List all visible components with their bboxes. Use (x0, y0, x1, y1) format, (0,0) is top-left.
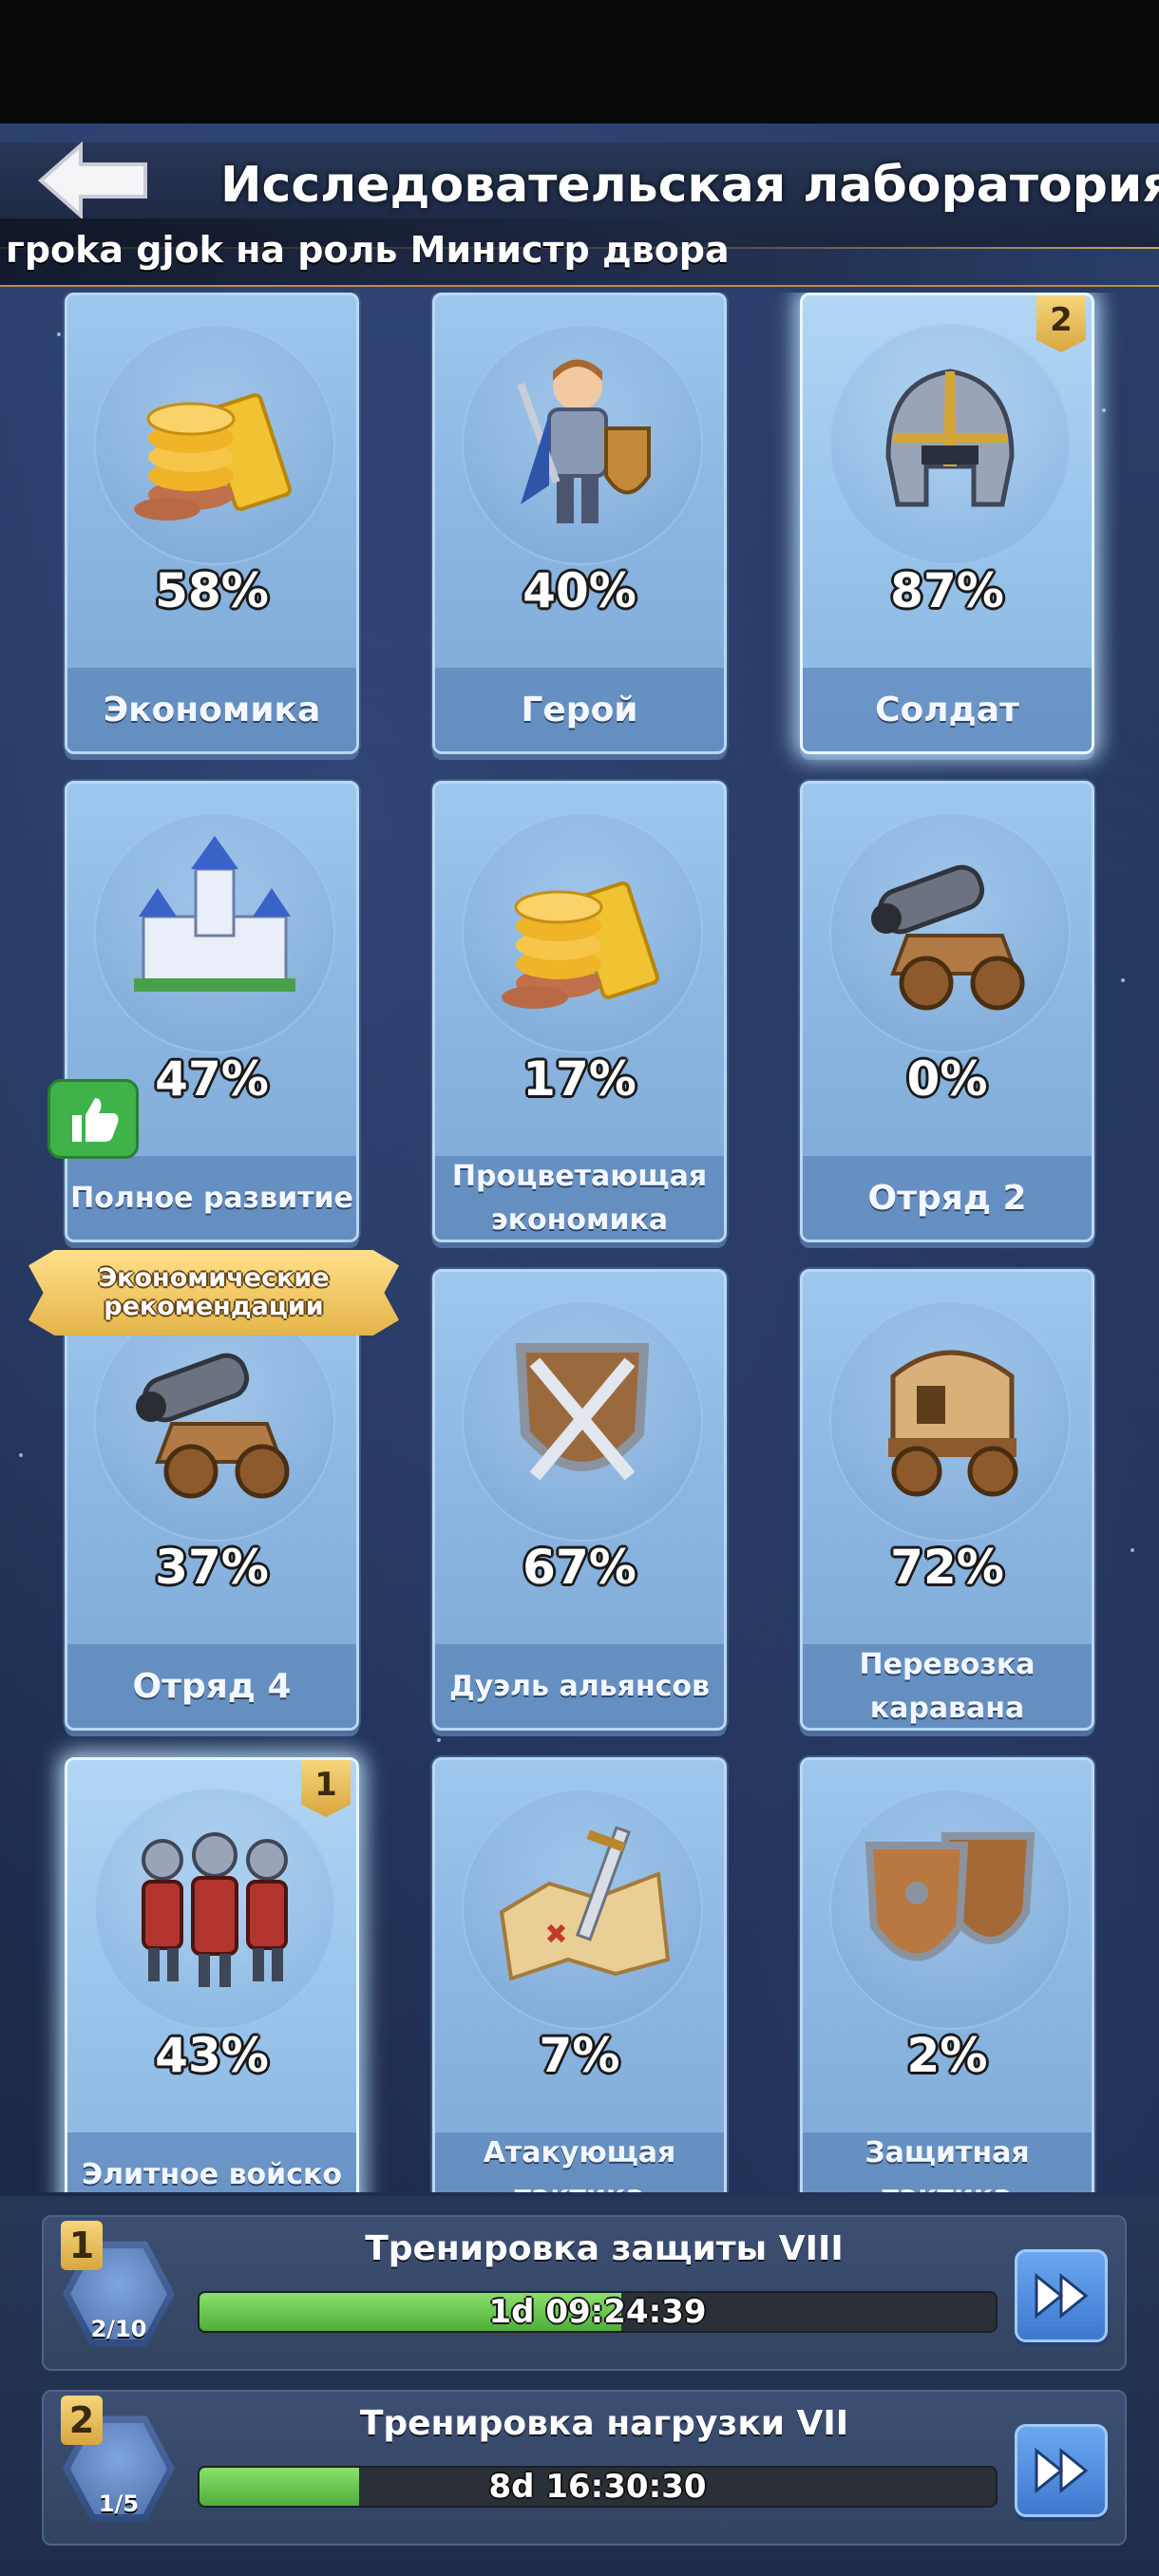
progress-percent: 0% (906, 1051, 988, 1107)
card-label: Защитная тактика (864, 2136, 1030, 2192)
research-card-prosperous-economy[interactable]: 17% Процветающая экономика (432, 781, 727, 1242)
research-queue: 1 2/10 Тренировка защиты VIII 1d 09:24:3… (0, 2196, 1159, 2576)
research-title: Тренировка защиты VIII (365, 2229, 844, 2268)
research-card-attack-tactics[interactable]: 7% Атакующая тактика (432, 1757, 727, 2192)
back-button[interactable] (28, 133, 162, 228)
level-count: 2/10 (90, 2316, 147, 2342)
research-card-alliance-duel[interactable]: 67% Дуэль альянсов (432, 1269, 727, 1731)
cannon-icon (136, 1353, 290, 1499)
card-label: Атакующая тактика (483, 2136, 676, 2192)
speed-up-button[interactable] (1015, 2424, 1108, 2517)
research-card-hero[interactable]: 40% Герой (432, 293, 727, 754)
label-band: Отряд 2 (803, 1156, 1092, 1240)
elite-troops-icon (142, 1832, 288, 1987)
recommendation-ribbon: Экономические рекомендации (28, 1250, 399, 1335)
countdown-timer: 1d 09:24:39 (488, 2293, 707, 2331)
label-band: Герой (435, 668, 724, 751)
page-title: Исследовательская лаборатория (220, 157, 1159, 214)
caravan-wagon-icon (888, 1350, 1018, 1497)
research-card-squad-4[interactable]: 37% Отряд 4 (65, 1269, 359, 1731)
card-label: Процветающая экономика (451, 1160, 708, 1237)
card-label: Перевозка каравана (859, 1648, 1036, 1725)
progress-bar: 8d 16:30:30 (198, 2466, 998, 2508)
research-grid: 58% Экономика 40% Герой 2 87% Солдат 47%… (0, 293, 1159, 2192)
label-band: Солдат (803, 668, 1092, 751)
progress-percent: 43% (155, 2028, 269, 2083)
queue-slot-2[interactable]: 2 1/5 Тренировка нагрузки VII 8d 16:30:3… (42, 2390, 1127, 2546)
label-band: Экономика (67, 668, 356, 751)
card-label: Элитное войско (82, 2158, 342, 2191)
soldier-helmet-icon (885, 369, 1015, 507)
hero-knight-icon (517, 359, 651, 523)
research-card-squad-2[interactable]: 0% Отряд 2 (800, 781, 1094, 1242)
research-card-defense-tactics[interactable]: 2% Защитная тактика (800, 1757, 1094, 2192)
progress-percent: 37% (155, 1540, 269, 1595)
card-label: Герой (521, 691, 638, 729)
progress-percent: 72% (890, 1540, 1004, 1595)
announcement-ticker: гроkа gjok на роль Министр двора (0, 218, 1159, 287)
thumbs-up-icon (48, 1079, 139, 1159)
card-label: Солдат (875, 691, 1019, 729)
card-label: Полное развитие (70, 1182, 353, 1215)
crossed-swords-shield-icon (515, 1343, 650, 1481)
level-count: 1/5 (98, 2491, 140, 2517)
research-card-elite-troops[interactable]: 1 43% Элитное войско (65, 1757, 359, 2192)
progress-percent: 87% (890, 563, 1004, 618)
progress-bar: 1d 09:24:39 (198, 2291, 998, 2333)
research-card-caravan[interactable]: 72% Перевозка каравана (800, 1269, 1094, 1731)
slot-number: 1 (61, 2221, 103, 2270)
label-band: Полное развитие (67, 1156, 356, 1240)
progress-percent: 40% (522, 563, 636, 618)
speed-up-button[interactable] (1015, 2249, 1108, 2342)
queue-slot-1[interactable]: 1 2/10 Тренировка защиты VIII 1d 09:24:3… (42, 2215, 1127, 2371)
label-band: Отряд 4 (67, 1644, 356, 1728)
defense-shields-icon (864, 1832, 1036, 1961)
fast-forward-icon (1035, 2447, 1089, 2494)
fast-forward-icon (1035, 2272, 1089, 2320)
card-label: Отряд 4 (132, 1667, 292, 1706)
progress-percent: 17% (522, 1051, 636, 1107)
cannon-icon (871, 864, 1025, 1011)
gold-coins-icon (134, 392, 292, 521)
header: Исследовательская лаборатория гроkа gjok… (0, 123, 1159, 294)
label-band: Атакующая тактика (435, 2132, 724, 2192)
research-card-full-development[interactable]: 47% Полное развитие (65, 781, 359, 1242)
research-card-soldier[interactable]: 2 87% Солдат (800, 293, 1094, 754)
progress-percent: 67% (522, 1540, 636, 1595)
gold-coins-icon (502, 881, 659, 1009)
label-band: Процветающая экономика (435, 1156, 724, 1240)
label-band: Дуэль альянсов (435, 1644, 724, 1728)
progress-percent: 58% (155, 563, 269, 618)
status-bar (0, 0, 1159, 123)
castle-icon (134, 836, 295, 992)
label-band: Защитная тактика (803, 2132, 1092, 2192)
back-arrow-icon (37, 141, 147, 220)
card-label: Отряд 2 (867, 1179, 1027, 1218)
progress-percent: 2% (906, 2028, 988, 2083)
ribbon-line-1: Экономические (98, 1263, 330, 1293)
research-card-economy[interactable]: 58% Экономика (65, 293, 359, 754)
card-label: Экономика (103, 691, 321, 729)
label-band: Элитное войско (67, 2132, 356, 2192)
ribbon-line-2: рекомендации (104, 1292, 324, 1321)
attack-map-sword-icon (499, 1826, 671, 1981)
research-title: Тренировка нагрузки VII (359, 2404, 849, 2443)
slot-number: 2 (61, 2396, 103, 2445)
progress-percent: 7% (539, 2028, 620, 2083)
ticker-text: гроkа gjok на роль Министр двора (6, 229, 730, 271)
card-label: Дуэль альянсов (449, 1670, 710, 1703)
countdown-timer: 8d 16:30:30 (488, 2468, 707, 2506)
label-band: Перевозка каравана (803, 1644, 1092, 1728)
